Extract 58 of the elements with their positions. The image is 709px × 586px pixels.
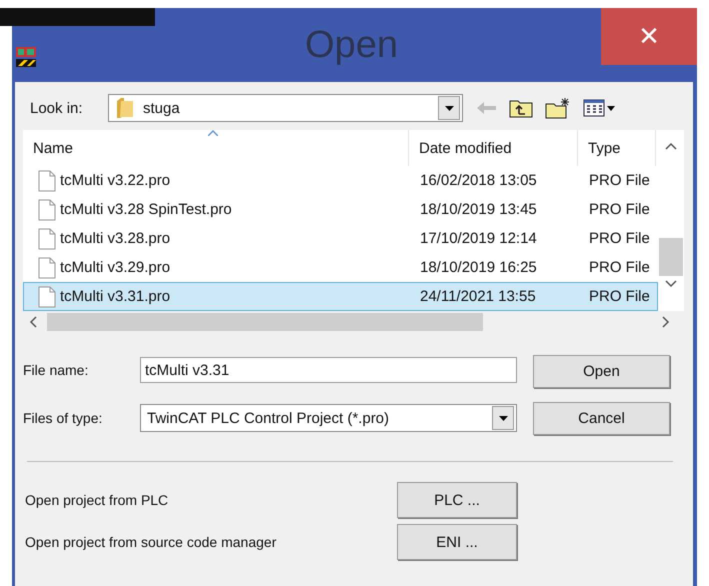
file-icon <box>38 286 56 308</box>
app-icon <box>15 46 37 68</box>
file-name: tcMulti v3.29.pro <box>60 259 170 276</box>
new-folder-icon[interactable] <box>545 97 571 119</box>
file-row[interactable]: tcMulti v3.31.pro 24/11/2021 13:55 PRO File <box>23 282 658 311</box>
date-cell-text: 16/02/2018 13:05 <box>419 172 538 189</box>
date-cell-text: 18/10/2019 16:25 <box>419 259 538 276</box>
option-label: Open project from source code manager <box>24 534 278 550</box>
file-name: tcMulti v3.22.pro <box>60 172 170 189</box>
sort-caret-icon <box>208 130 218 136</box>
file-name: tcMulti v3.28 SpinTest.pro <box>60 201 232 218</box>
file-icon <box>38 198 56 220</box>
column-header[interactable]: Date modified <box>409 130 578 166</box>
file-row[interactable]: tcMulti v3.22.pro 16/02/2018 13:05 PRO File <box>23 166 658 195</box>
scroll-right-icon[interactable] <box>662 316 670 328</box>
folder-icon <box>115 97 135 119</box>
open-button[interactable]: Open <box>533 355 670 388</box>
type-cell-text: PRO File <box>588 230 651 247</box>
file-name: tcMulti v3.28.pro <box>60 230 170 247</box>
cancel-button[interactable]: Cancel <box>533 402 670 435</box>
type-cell-text: PRO File <box>588 259 651 276</box>
scroll-left-icon[interactable] <box>29 316 37 328</box>
file-row[interactable]: tcMulti v3.28.pro 17/10/2019 12:14 PRO File <box>23 224 658 253</box>
column-header[interactable]: Type <box>578 130 656 166</box>
window-title: Open <box>305 24 398 67</box>
type-cell-text: PRO File <box>588 288 651 305</box>
column-header[interactable]: Name <box>23 130 409 166</box>
close-button[interactable]: ✕ <box>601 8 697 65</box>
option-label: Open project from PLC <box>24 492 170 508</box>
caret-icon <box>498 416 508 420</box>
file-icon <box>38 256 56 278</box>
type-cell-text: PRO File <box>588 201 651 218</box>
date-cell-text: 17/10/2019 12:14 <box>419 230 538 247</box>
date-cell-text: 18/10/2019 13:45 <box>419 201 538 218</box>
date-cell-text: 24/11/2021 13:55 <box>419 288 537 305</box>
type-cell-text: PRO File <box>588 172 651 189</box>
up-folder-icon[interactable] <box>509 98 533 118</box>
scroll-up-icon[interactable] <box>665 142 677 150</box>
file-icon <box>38 170 56 192</box>
scroll-thumb[interactable] <box>659 238 683 276</box>
option-button[interactable]: ENI ... <box>397 524 517 560</box>
look-in-dropdown[interactable]: stuga <box>108 94 463 122</box>
caret-icon <box>444 106 454 110</box>
file-row[interactable]: tcMulti v3.28 SpinTest.pro 18/10/2019 13:45 PRO File <box>23 195 658 224</box>
view-menu-icon[interactable] <box>583 98 615 118</box>
look-in-label: Look in: <box>29 100 84 116</box>
file-name-label: File name: <box>23 362 90 378</box>
file-row[interactable]: tcMulti v3.29.pro 18/10/2019 16:25 PRO File <box>23 253 658 282</box>
file-type-dropdown[interactable]: TwinCAT PLC Control Project (*.pro) <box>140 404 517 432</box>
scroll-thumb[interactable] <box>47 313 483 331</box>
file-name: tcMulti v3.31.pro <box>60 288 170 305</box>
scroll-down-icon[interactable] <box>665 280 677 288</box>
file-name-field[interactable]: tcMulti v3.31 <box>140 357 517 383</box>
option-button[interactable]: PLC ... <box>397 482 517 518</box>
file-icon <box>38 228 56 250</box>
dropdown-button[interactable] <box>438 96 460 120</box>
dropdown-button[interactable] <box>492 406 514 430</box>
file-type-label: Files of type: <box>23 410 104 426</box>
